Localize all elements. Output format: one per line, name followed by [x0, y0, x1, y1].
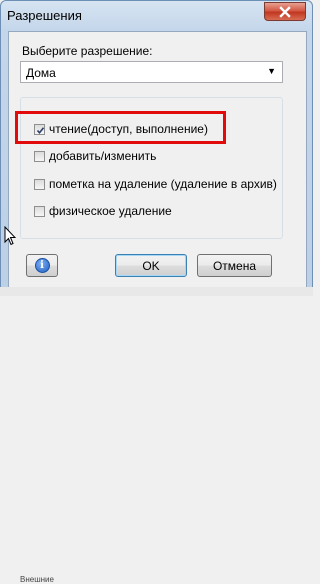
ok-button[interactable]: OK — [115, 254, 187, 277]
title-bar[interactable]: Разрешения — [1, 1, 312, 31]
info-icon: i — [34, 258, 50, 273]
checkbox-mark-delete-box[interactable] — [34, 178, 45, 190]
permission-select-value: Дома — [26, 66, 56, 80]
checkbox-mark-delete[interactable]: пометка на удаление (удаление в архив) — [34, 177, 277, 191]
background-window-strip: Внешние — [0, 287, 313, 584]
help-button[interactable]: i — [26, 254, 58, 277]
checkbox-physical-delete-label: физическое удаление — [49, 204, 172, 218]
cancel-button-label: Отмена — [212, 258, 257, 273]
mouse-cursor-icon — [4, 226, 16, 246]
permission-prompt-label: Выберите разрешение: — [22, 44, 153, 58]
close-icon — [279, 5, 291, 18]
checkbox-physical-delete-box[interactable] — [34, 205, 45, 217]
ok-button-label: OK — [142, 258, 160, 273]
window-title: Разрешения — [7, 8, 82, 23]
checkbox-mark-delete-label: пометка на удаление (удаление в архив) — [49, 177, 277, 191]
checkbox-add-edit-label: добавить/изменить — [49, 149, 157, 163]
checkbox-physical-delete[interactable]: физическое удаление — [34, 204, 172, 218]
close-button[interactable] — [264, 2, 306, 21]
permission-select[interactable]: Дома ▼ — [20, 61, 283, 83]
background-partial-text: Внешние — [20, 575, 54, 584]
checkbox-add-edit[interactable]: добавить/изменить — [34, 149, 156, 163]
checkbox-add-edit-box[interactable] — [34, 150, 45, 162]
chevron-down-icon[interactable]: ▼ — [267, 66, 276, 76]
highlight-annotation — [15, 111, 226, 144]
cancel-button[interactable]: Отмена — [197, 254, 272, 277]
